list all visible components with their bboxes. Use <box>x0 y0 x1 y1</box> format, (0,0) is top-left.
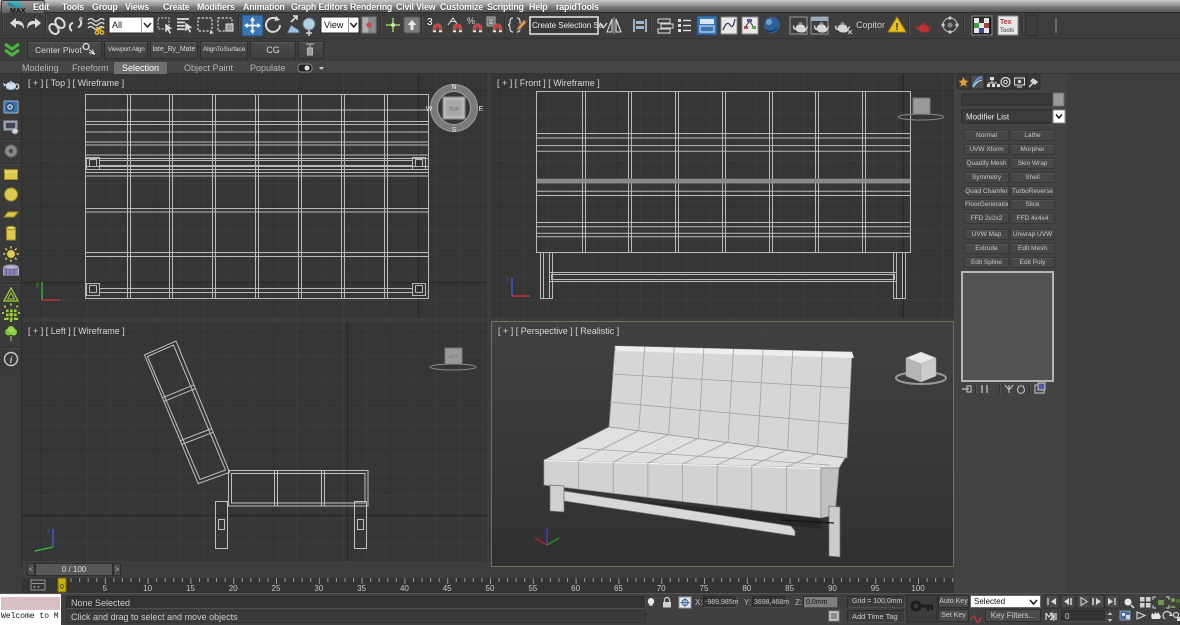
svg-text:Copitor: Copitor <box>856 20 885 30</box>
svg-text:Modifier List: Modifier List <box>966 113 1010 122</box>
svg-text:!: ! <box>895 22 898 33</box>
svg-text:70: 70 <box>657 584 666 593</box>
svg-text:%: % <box>467 16 475 26</box>
svg-text:20: 20 <box>229 584 238 593</box>
svg-text:15: 15 <box>186 584 195 593</box>
svg-text:W: W <box>426 106 433 113</box>
svg-text:80: 80 <box>742 584 751 593</box>
svg-text:TOP: TOP <box>449 107 460 113</box>
svg-text:E: E <box>479 106 484 113</box>
svg-text:Tools: Tools <box>1000 28 1014 34</box>
svg-text:55: 55 <box>528 584 537 593</box>
svg-text:95: 95 <box>871 584 880 593</box>
svg-text:3: 3 <box>427 17 433 28</box>
svg-text:0: 0 <box>60 584 64 591</box>
svg-text:10: 10 <box>143 584 152 593</box>
svg-text:60: 60 <box>571 584 580 593</box>
svg-text:Tex: Tex <box>1000 19 1012 26</box>
svg-text:LEFT: LEFT <box>448 354 458 359</box>
svg-text:All: All <box>112 20 122 30</box>
svg-text:S: S <box>452 127 457 134</box>
svg-text:y: y <box>36 282 39 288</box>
svg-text:65: 65 <box>614 584 623 593</box>
svg-text:85: 85 <box>785 584 794 593</box>
svg-text:25: 25 <box>272 584 281 593</box>
svg-text:45: 45 <box>443 584 452 593</box>
svg-text:50: 50 <box>486 584 495 593</box>
svg-text:90: 90 <box>828 584 837 593</box>
svg-text:Create Selection Se: Create Selection Se <box>532 21 604 30</box>
svg-text:z: z <box>47 529 50 535</box>
svg-text:30: 30 <box>314 584 323 593</box>
svg-text:N: N <box>451 84 456 91</box>
svg-text:5: 5 <box>103 584 108 593</box>
svg-text:40: 40 <box>400 584 409 593</box>
svg-text:z: z <box>506 278 509 284</box>
svg-text:100: 100 <box>911 584 925 593</box>
svg-text:75: 75 <box>700 584 709 593</box>
svg-text:35: 35 <box>357 584 366 593</box>
svg-text:View: View <box>324 20 344 30</box>
